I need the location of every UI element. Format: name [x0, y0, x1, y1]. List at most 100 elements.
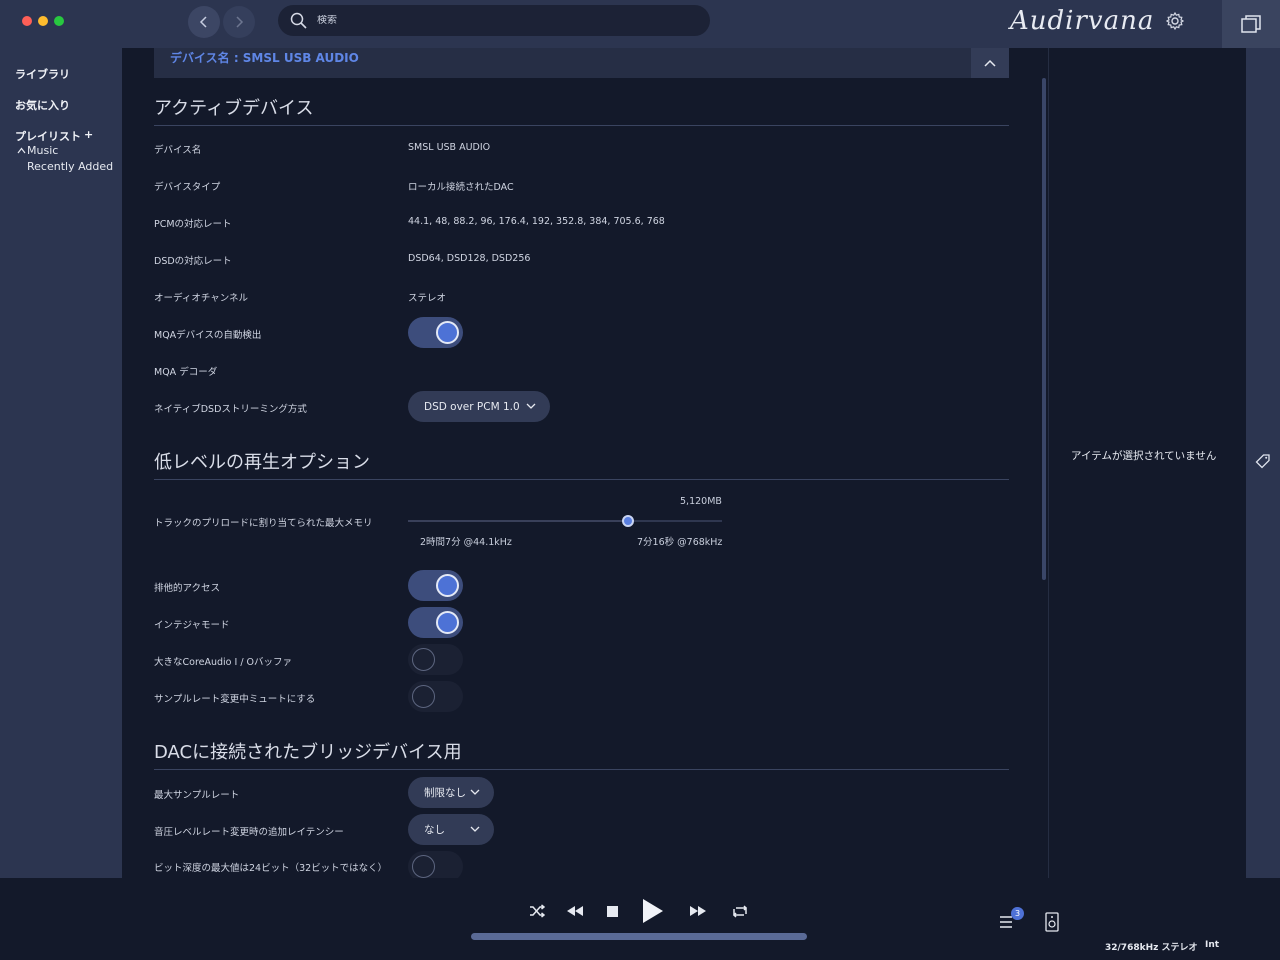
- max-bit-depth-toggle[interactable]: [408, 851, 463, 878]
- preload-value: 5,120MB: [680, 496, 722, 507]
- search-bar[interactable]: [278, 5, 710, 36]
- play-icon: [643, 899, 663, 923]
- player-bar: 3 32/768kHz ステレオ Int: [0, 878, 1280, 960]
- rewind-icon: [567, 906, 583, 916]
- chevron-left-icon: [199, 16, 207, 28]
- section-title-low-level: 低レベルの再生オプション: [154, 452, 370, 473]
- device-header-title: デバイス名 : SMSL USB AUDIO: [170, 51, 359, 65]
- maximize-window-button[interactable]: [54, 16, 64, 26]
- chevron-up-icon[interactable]: [17, 147, 26, 154]
- dsd-rates-value: DSD64, DSD128, DSD256: [408, 253, 531, 264]
- output-device-status[interactable]: Int: [1205, 940, 1219, 950]
- repeat-icon: [732, 904, 748, 918]
- info-panel: アイテムが選択されていません: [1048, 48, 1246, 878]
- pcm-rates-label: PCMの対応レート: [154, 219, 232, 230]
- mute-on-rate-change-label: サンプルレート変更中ミュートにする: [154, 694, 316, 705]
- mqa-auto-detect-toggle[interactable]: [408, 317, 463, 348]
- tag-icon[interactable]: [1255, 453, 1271, 469]
- queue-count-badge: 3: [1011, 907, 1024, 920]
- audio-channels-value: ステレオ: [408, 293, 447, 304]
- section-title-active-device: アクティブデバイス: [154, 98, 314, 119]
- window-panel-icon: [1241, 15, 1261, 33]
- toggle-knob: [436, 321, 459, 344]
- fast-forward-icon: [690, 906, 706, 916]
- preload-min-caption: 2時間7分 @44.1kHz: [420, 537, 512, 548]
- max-sample-rate-dropdown[interactable]: 制限なし: [408, 777, 494, 808]
- sidebar-item-music[interactable]: Music: [27, 144, 58, 157]
- large-buffer-label: 大きなCoreAudio I / Oバッファ: [154, 657, 293, 668]
- sidebar-item-library[interactable]: ライブラリ: [15, 66, 70, 82]
- info-panel-strip: [1246, 48, 1280, 878]
- repeat-button[interactable]: [730, 903, 750, 919]
- title-bar: Audirvana: [0, 0, 1280, 48]
- playback-progress-bar[interactable]: [471, 933, 807, 940]
- next-button[interactable]: [688, 903, 708, 919]
- native-dsd-value: DSD over PCM 1.0: [424, 400, 520, 413]
- collapse-button[interactable]: [971, 48, 1009, 78]
- sidebar-item-recently-added[interactable]: Recently Added: [27, 160, 113, 173]
- stop-icon: [606, 905, 618, 917]
- previous-button[interactable]: [565, 903, 585, 919]
- divider: [154, 125, 1009, 126]
- chevron-down-icon: [470, 789, 480, 795]
- stop-button[interactable]: [604, 903, 620, 919]
- sidebar-item-playlists[interactable]: プレイリスト: [15, 128, 81, 144]
- large-buffer-toggle[interactable]: [408, 644, 463, 675]
- shuffle-icon: [530, 904, 545, 918]
- speaker-icon[interactable]: [1044, 912, 1060, 932]
- device-name-label: デバイス名: [154, 145, 202, 156]
- search-icon: [290, 12, 307, 29]
- device-type-label: デバイスタイプ: [154, 182, 221, 193]
- integer-mode-label: インテジャモード: [154, 620, 230, 631]
- preload-slider-fill: [408, 520, 628, 522]
- preload-memory-label: トラックのプリロードに割り当てられた最大メモリ: [154, 518, 373, 529]
- audio-format-status: 32/768kHz ステレオ: [1105, 943, 1198, 953]
- gear-icon[interactable]: [1164, 10, 1186, 32]
- exclusive-access-toggle[interactable]: [408, 570, 463, 601]
- scrollbar[interactable]: [1042, 78, 1046, 580]
- latency-dropdown[interactable]: なし: [408, 814, 494, 845]
- divider: [154, 769, 1009, 770]
- toggle-knob: [412, 685, 435, 708]
- pcm-rates-value: 44.1, 48, 88.2, 96, 176.4, 192, 352.8, 3…: [408, 216, 665, 227]
- max-bit-depth-label: ビット深度の最大値は24ビット（32ビットではなく）: [154, 863, 388, 874]
- max-sample-rate-label: 最大サンプルレート: [154, 790, 240, 801]
- toggle-knob: [436, 574, 459, 597]
- native-dsd-label: ネイティブDSDストリーミング方式: [154, 404, 307, 415]
- mqa-decoder-label: MQA デコーダ: [154, 367, 218, 378]
- minimize-window-button[interactable]: [38, 16, 48, 26]
- search-input[interactable]: [317, 15, 697, 26]
- sidebar-item-favorites[interactable]: お気に入り: [15, 97, 70, 113]
- native-dsd-dropdown[interactable]: DSD over PCM 1.0: [408, 391, 550, 422]
- mute-on-rate-change-toggle[interactable]: [408, 681, 463, 712]
- mqa-auto-detect-label: MQAデバイスの自動検出: [154, 330, 262, 341]
- app-logo: Audirvana: [1010, 6, 1155, 36]
- divider: [154, 479, 1009, 480]
- dsd-rates-label: DSDの対応レート: [154, 256, 232, 267]
- add-playlist-button[interactable]: +: [84, 128, 93, 141]
- audio-channels-label: オーディオチャンネル: [154, 293, 249, 304]
- max-sample-rate-value: 制限なし: [424, 787, 466, 799]
- close-window-button[interactable]: [22, 16, 32, 26]
- sidebar: ライブラリ お気に入り プレイリスト + Music Recently Adde…: [0, 48, 122, 878]
- device-header[interactable]: デバイス名 : SMSL USB AUDIO: [154, 48, 1009, 78]
- chevron-right-icon: [236, 16, 244, 28]
- toggle-knob: [436, 611, 459, 634]
- play-button[interactable]: [640, 897, 666, 925]
- toggle-panel-button[interactable]: [1222, 0, 1280, 48]
- preload-slider-thumb[interactable]: [621, 515, 634, 527]
- device-type-value: ローカル接続されたDAC: [408, 182, 514, 193]
- integer-mode-toggle[interactable]: [408, 607, 463, 638]
- latency-value: なし: [424, 824, 445, 836]
- shuffle-button[interactable]: [528, 903, 546, 919]
- forward-button[interactable]: [223, 6, 255, 38]
- back-button[interactable]: [188, 6, 220, 38]
- toggle-knob: [412, 855, 435, 878]
- section-title-bridge: DACに接続されたブリッジデバイス用: [154, 742, 462, 763]
- settings-pane: デバイス名 : SMSL USB AUDIO アクティブデバイス デバイス名 S…: [122, 48, 1048, 878]
- device-name-value: SMSL USB AUDIO: [408, 142, 491, 153]
- exclusive-access-label: 排他的アクセス: [154, 583, 221, 594]
- preload-slider-track[interactable]: [408, 520, 722, 522]
- chevron-down-icon: [470, 826, 480, 832]
- toggle-knob: [412, 648, 435, 671]
